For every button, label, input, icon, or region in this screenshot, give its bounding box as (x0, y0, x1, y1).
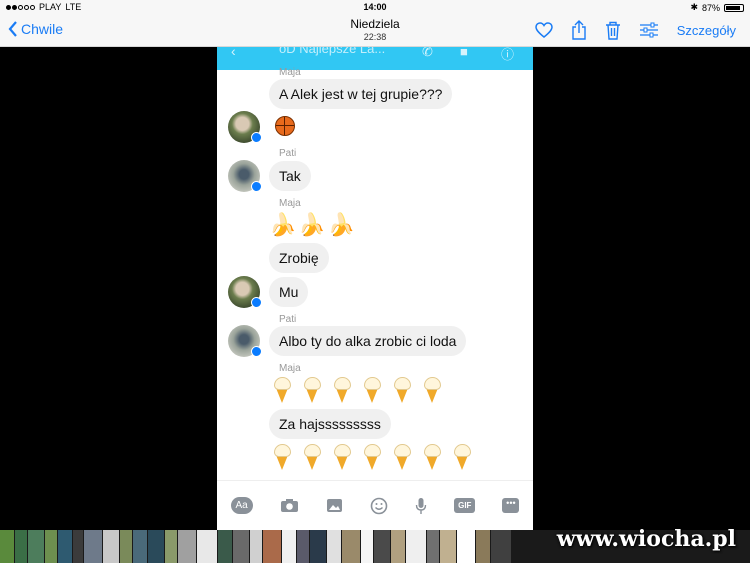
thumbnail[interactable] (457, 530, 475, 563)
thumbnail[interactable] (427, 530, 439, 563)
thumbnail[interactable] (0, 530, 14, 563)
thumbnail[interactable] (361, 530, 373, 563)
microphone-icon[interactable] (415, 497, 427, 515)
thumbnail[interactable] (133, 530, 147, 563)
thumbnail[interactable] (148, 530, 164, 563)
thumbnail[interactable] (165, 530, 177, 563)
thumbnail[interactable] (58, 530, 72, 563)
ice-cream-icon (303, 444, 322, 470)
status-time: 14:00 (363, 2, 387, 12)
camera-icon[interactable] (280, 498, 299, 513)
ice-cream-icon (273, 444, 292, 470)
thumbnail[interactable] (250, 530, 262, 563)
ice-cream-icon (393, 444, 412, 470)
messenger-header: ‹ oD Najlepsze La... ✆ ■ ⓘ (217, 47, 533, 70)
battery-icon (724, 3, 744, 12)
messenger-badge-icon (251, 297, 262, 308)
thumbnail[interactable] (374, 530, 390, 563)
ice-cream-row (273, 377, 442, 403)
thumbnail[interactable] (15, 530, 27, 563)
share-icon[interactable] (571, 20, 587, 40)
status-right: ✱ 87% (690, 2, 744, 13)
watermark: www.wiocha.pl (556, 526, 736, 552)
avatar (228, 160, 262, 192)
ice-cream-icon (333, 444, 352, 470)
thumbnail[interactable] (263, 530, 281, 563)
ice-cream-icon (303, 377, 322, 403)
text-format-icon[interactable]: Aa (230, 497, 253, 514)
thumbnail[interactable] (178, 530, 196, 563)
thumbnail[interactable] (218, 530, 232, 563)
composer-bar: Aa GIF ••• (217, 480, 533, 530)
sender-name: Maja (279, 67, 301, 78)
thumbnail[interactable] (440, 530, 456, 563)
messenger-badge-icon (251, 346, 262, 357)
thumbnail[interactable] (391, 530, 405, 563)
trash-icon[interactable] (605, 21, 621, 40)
avatar (228, 325, 262, 357)
emoji-icon[interactable] (370, 497, 388, 515)
sender-name: Pati (279, 148, 297, 159)
status-bar: PLAY LTE 14:00 ✱ 87% (0, 0, 750, 14)
ice-cream-icon (393, 377, 412, 403)
video-icon: ■ (460, 47, 468, 59)
ice-cream-icon (423, 444, 442, 470)
thumbnail[interactable] (45, 530, 57, 563)
messenger-screenshot: ‹ oD Najlepsze La... ✆ ■ ⓘ Maja A Alek j… (217, 47, 533, 530)
thumbnail[interactable] (297, 530, 309, 563)
thumbnail[interactable] (197, 530, 217, 563)
thumbnail[interactable] (406, 530, 426, 563)
avatar (228, 276, 262, 308)
battery-label: 87% (701, 2, 720, 13)
ice-cream-icon (273, 377, 292, 403)
nav-actions: Szczegóły (534, 20, 736, 40)
banana-emoji: 🍌🍌🍌 (269, 212, 358, 237)
ice-cream-icon (453, 444, 472, 470)
thumbnail[interactable] (310, 530, 326, 563)
bluetooth-icon: ✱ (690, 2, 698, 12)
sender-name: Pati (279, 314, 297, 325)
sender-name: Maja (279, 363, 301, 374)
thumbnail[interactable] (84, 530, 102, 563)
adjust-icon[interactable] (639, 22, 659, 38)
phone-icon: ✆ (422, 47, 433, 59)
messenger-badge-icon (251, 132, 262, 143)
sender-name: Maja (279, 198, 301, 209)
thumbnail[interactable] (327, 530, 341, 563)
info-icon: ⓘ (501, 47, 515, 62)
messenger-badge-icon (251, 181, 262, 192)
thumbnail[interactable] (28, 530, 44, 563)
ice-cream-icon (423, 377, 442, 403)
heart-icon[interactable] (534, 22, 553, 38)
ice-cream-icon (363, 444, 382, 470)
thumbnail[interactable] (103, 530, 119, 563)
avatar (228, 111, 262, 143)
thumbnail[interactable] (282, 530, 296, 563)
message-bubble: Za hajsssssssss (269, 409, 391, 439)
thumbnail[interactable] (491, 530, 511, 563)
thumbnail[interactable] (233, 530, 249, 563)
details-button[interactable]: Szczegóły (677, 23, 736, 38)
ice-cream-icon (333, 377, 352, 403)
ice-cream-row (273, 444, 472, 470)
message-bubble: Zrobię (269, 243, 329, 273)
thumbnail[interactable] (73, 530, 83, 563)
thumbnail[interactable] (120, 530, 132, 563)
gif-icon[interactable]: GIF (454, 498, 476, 513)
basketball-icon (275, 116, 295, 136)
chevron-left-icon: ‹ (231, 47, 236, 59)
thumbnail[interactable] (476, 530, 490, 563)
message-bubble: A Alek jest w tej grupie??? (269, 79, 453, 109)
message-bubble: Tak (269, 161, 311, 191)
image-icon[interactable] (326, 498, 343, 513)
photos-nav-bar: Chwile Niedziela 22:38 Szczegóły (0, 14, 750, 47)
message-bubble: Albo ty do alka zrobic ci loda (269, 326, 467, 356)
message-bubble: Mu (269, 277, 309, 307)
conversation-title: oD Najlepsze La... (279, 47, 386, 56)
more-icon[interactable]: ••• (502, 498, 520, 513)
thumbnail[interactable] (342, 530, 360, 563)
ice-cream-icon (363, 377, 382, 403)
